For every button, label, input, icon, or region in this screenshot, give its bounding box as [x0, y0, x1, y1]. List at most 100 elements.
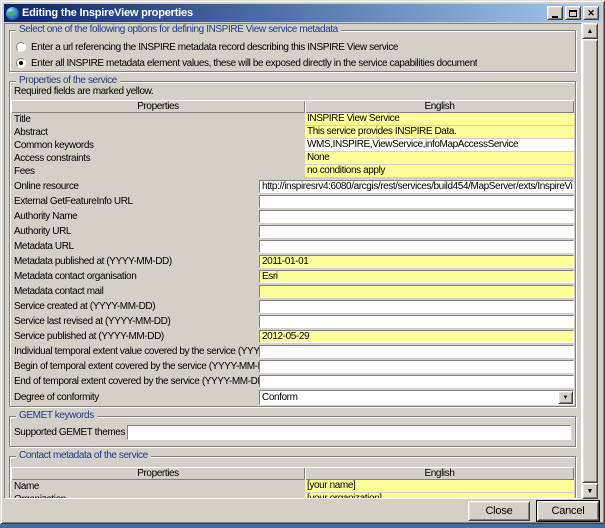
- conformity-row: Degree of conformity Conform ▼: [11, 389, 574, 406]
- field-label: External GetFeatureInfo URL: [11, 196, 259, 207]
- close-button[interactable]: Close: [468, 501, 530, 521]
- field-label: Service created at (YYYY-MM-DD): [11, 301, 259, 312]
- field-input[interactable]: [259, 195, 574, 208]
- field-input[interactable]: 2011-01-01: [259, 255, 574, 268]
- gemet-themes-input[interactable]: [127, 425, 571, 440]
- field-label: Service last revised at (YYYY-MM-DD): [11, 316, 259, 327]
- options-group-title: Select one of the following options for …: [16, 24, 341, 35]
- form-field-row: Metadata published at (YYYY-MM-DD) 2011-…: [11, 254, 574, 269]
- table-row: Title INSPIRE View Service: [11, 113, 574, 126]
- column-header-properties: Properties: [11, 100, 305, 113]
- field-input[interactable]: 2012-05-29: [259, 330, 574, 343]
- contact-property-value-field[interactable]: [your name]: [305, 480, 574, 493]
- form-field-row: Authority URL: [11, 224, 574, 239]
- field-input[interactable]: [259, 315, 574, 328]
- field-input[interactable]: [259, 345, 574, 358]
- form-field-row: Authority Name: [11, 209, 574, 224]
- field-label: Metadata published at (YYYY-MM-DD): [11, 256, 259, 267]
- form-field-row: End of temporal extent covered by the se…: [11, 374, 574, 389]
- conformity-selected-value: Conform: [260, 391, 558, 404]
- close-icon: ✕: [587, 9, 595, 18]
- property-label: Abstract: [11, 126, 305, 139]
- dialog-window: Editing the InspireView properties ✕ Sel…: [0, 0, 605, 524]
- form-field-row: Metadata URL: [11, 239, 574, 254]
- field-label: Service published at (YYYY-MM-DD): [11, 331, 259, 342]
- field-input[interactable]: [259, 285, 574, 298]
- contact-property-value-field[interactable]: [your organization]: [305, 493, 574, 498]
- radio-button-icon[interactable]: [16, 42, 26, 52]
- gemet-keywords-group: GEMET keywords Supported GEMET themes: [9, 416, 576, 447]
- contact-property-label: Name: [11, 480, 305, 493]
- form-field-row: Service created at (YYYY-MM-DD): [11, 299, 574, 314]
- close-window-button[interactable]: ✕: [583, 6, 599, 20]
- field-input[interactable]: [259, 300, 574, 313]
- field-input[interactable]: [259, 225, 574, 238]
- field-input[interactable]: [259, 240, 574, 253]
- field-input[interactable]: [259, 375, 574, 388]
- metadata-option-radio-row[interactable]: Enter all INSPIRE metadata element value…: [16, 55, 569, 71]
- form-field-row: Metadata contact mail: [11, 284, 574, 299]
- property-value-field[interactable]: no conditions apply: [305, 165, 574, 178]
- radio-label: Enter a url referencing the INSPIRE meta…: [31, 42, 398, 53]
- column-header-properties: Properties: [11, 467, 305, 480]
- scroll-up-button[interactable]: ▲: [582, 23, 598, 39]
- field-label: Metadata URL: [11, 241, 259, 252]
- form-field-row: Online resource http://inspiresrv4:6080/…: [11, 179, 574, 194]
- minimize-icon: [552, 16, 558, 18]
- gemet-themes-row: Supported GEMET themes: [14, 425, 571, 440]
- field-label: Metadata contact organisation: [11, 271, 259, 282]
- field-input[interactable]: http://inspiresrv4:6080/arcgis/rest/serv…: [259, 180, 574, 193]
- vertical-scrollbar[interactable]: ▲ ▼: [582, 23, 598, 499]
- field-label: Authority Name: [11, 211, 259, 222]
- required-fields-note: Required fields are marked yellow.: [14, 86, 574, 98]
- maximize-icon: [569, 10, 577, 17]
- form-field-row: External GetFeatureInfo URL: [11, 194, 574, 209]
- contact-metadata-group: Contact metadata of the service Properti…: [9, 456, 576, 498]
- properties-table-header: Properties English: [11, 100, 574, 113]
- gemet-themes-label: Supported GEMET themes: [14, 427, 125, 438]
- field-label: Individual temporal extent value covered…: [11, 346, 259, 357]
- field-list: Online resource http://inspiresrv4:6080/…: [11, 179, 574, 406]
- table-row: Abstract This service provides INSPIRE D…: [11, 126, 574, 139]
- form-field-row: Service last revised at (YYYY-MM-DD): [11, 314, 574, 329]
- field-input[interactable]: [259, 210, 574, 223]
- field-label: Online resource: [11, 181, 259, 192]
- conformity-dropdown[interactable]: Conform ▼: [259, 390, 574, 405]
- properties-group-title: Properties of the service: [16, 75, 120, 86]
- property-value-field[interactable]: INSPIRE View Service: [305, 113, 574, 126]
- property-value-field[interactable]: This service provides INSPIRE Data.: [305, 126, 574, 139]
- property-label: Fees: [11, 165, 305, 178]
- table-row: Name [your name]: [11, 480, 574, 493]
- globe-icon: [6, 7, 19, 20]
- dialog-content: Select one of the following options for …: [5, 24, 581, 498]
- metadata-options-group: Select one of the following options for …: [9, 30, 576, 72]
- field-label: Begin of temporal extent covered by the …: [11, 361, 259, 372]
- scroll-down-icon: ▼: [587, 488, 594, 495]
- field-input[interactable]: Esri: [259, 270, 574, 283]
- field-label: Metadata contact mail: [11, 286, 259, 297]
- property-value-field[interactable]: WMS,INSPIRE,ViewService,infoMapAccessSer…: [305, 139, 574, 152]
- property-label: Access constraints: [11, 152, 305, 165]
- minimize-button[interactable]: [547, 6, 563, 20]
- metadata-option-radio-row[interactable]: Enter a url referencing the INSPIRE meta…: [16, 39, 569, 55]
- dropdown-button[interactable]: ▼: [558, 391, 573, 404]
- scroll-down-button[interactable]: ▼: [582, 483, 598, 499]
- chevron-down-icon: ▼: [563, 395, 569, 401]
- contact-group-title: Contact metadata of the service: [16, 450, 151, 461]
- property-label: Title: [11, 113, 305, 126]
- property-label: Common keywords: [11, 139, 305, 152]
- property-value-field[interactable]: None: [305, 152, 574, 165]
- table-row: Access constraints None: [11, 152, 574, 165]
- radio-label: Enter all INSPIRE metadata element value…: [31, 58, 477, 69]
- field-label: End of temporal extent covered by the se…: [11, 376, 259, 387]
- contact-property-label: Organization: [11, 493, 305, 498]
- scroll-up-icon: ▲: [587, 28, 594, 35]
- form-field-row: Service published at (YYYY-MM-DD) 2012-0…: [11, 329, 574, 344]
- maximize-button[interactable]: [565, 6, 581, 20]
- form-field-row: Metadata contact organisation Esri: [11, 269, 574, 284]
- field-input[interactable]: [259, 360, 574, 373]
- contact-table-header: Properties English: [11, 467, 574, 480]
- radio-button-icon[interactable]: [16, 58, 26, 68]
- scrollbar-thumb[interactable]: [582, 39, 598, 483]
- cancel-button[interactable]: Cancel: [537, 501, 599, 521]
